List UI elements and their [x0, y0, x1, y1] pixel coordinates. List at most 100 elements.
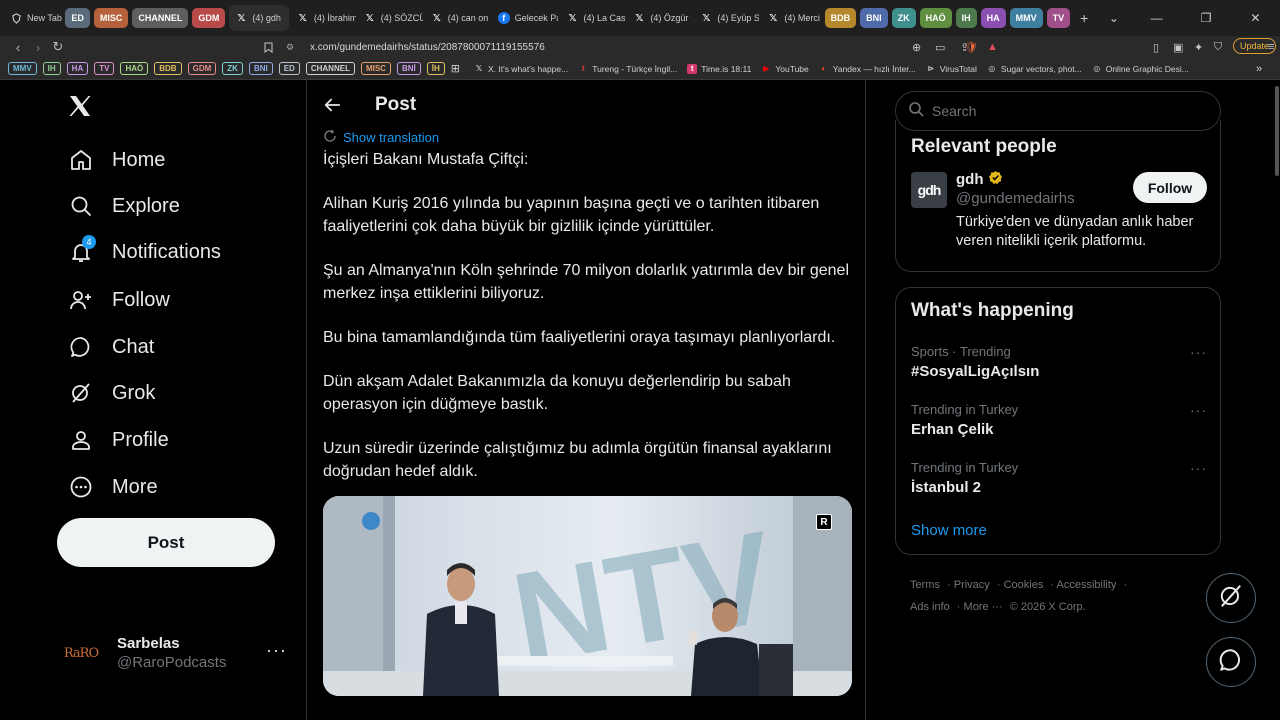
- trend-item[interactable]: Trending in Turkey Erhan Çelik ···: [911, 402, 1207, 452]
- trend-more-icon[interactable]: ···: [1190, 402, 1207, 418]
- bookmark-folder-misc[interactable]: MISC: [360, 62, 391, 75]
- vpn-icon[interactable]: ⛉: [1214, 39, 1222, 55]
- bookmark-folder-tv[interactable]: TV: [94, 62, 115, 75]
- tab-search-chevron-icon[interactable]: ⌄: [1096, 0, 1133, 36]
- chat-fab-button[interactable]: [1206, 637, 1256, 687]
- footer-cookies[interactable]: Cookies: [1004, 579, 1044, 591]
- avatar[interactable]: gdh: [911, 172, 947, 208]
- bookmark-folder-ha[interactable]: HA: [66, 62, 89, 75]
- tab-new-tab[interactable]: New Tab: [4, 5, 63, 31]
- nav-home[interactable]: Home: [57, 138, 165, 182]
- nav-grok[interactable]: Grok: [57, 371, 155, 415]
- tab-group-zk[interactable]: ZK: [891, 8, 916, 28]
- back-arrow-icon[interactable]: [319, 92, 345, 118]
- account-more-icon[interactable]: ···: [266, 640, 287, 661]
- bookmark-x[interactable]: 𝕏 X. It's what's happe...: [474, 64, 569, 74]
- show-translation-link[interactable]: Show translation: [323, 129, 439, 146]
- minimize-icon[interactable]: —: [1132, 0, 1181, 36]
- tab-group-gdm[interactable]: GDM: [192, 8, 226, 28]
- tab-eyup[interactable]: 𝕏 (4) Eyüp Sa: [694, 5, 759, 31]
- footer-ads-info[interactable]: Ads info: [910, 601, 950, 613]
- tab-active-gdh[interactable]: 𝕏 (4) gdh ✕: [229, 5, 289, 31]
- bookmark-folder-hao[interactable]: HAÖ: [120, 62, 149, 75]
- trend-item[interactable]: Trending in Turkey İstanbul 2 ···: [911, 460, 1207, 510]
- brave-rewards-icon[interactable]: ▲: [987, 39, 998, 55]
- bookmark-sugar[interactable]: ◎ Sugar vectors, phot...: [987, 64, 1081, 74]
- cast-icon[interactable]: ▭: [935, 39, 945, 55]
- nav-more[interactable]: More: [57, 465, 158, 509]
- tab-ibrahim[interactable]: 𝕏 (4) İbrahim: [291, 5, 356, 31]
- close-window-icon[interactable]: ✕: [1231, 0, 1280, 36]
- nav-chat[interactable]: Chat: [57, 325, 154, 369]
- bookmark-folder-ih2[interactable]: İH: [426, 62, 445, 75]
- bookmarks-overflow-icon[interactable]: »: [1256, 63, 1262, 75]
- bookmark-virustotal[interactable]: ⊳ VirusTotal: [926, 64, 977, 74]
- wallet-icon[interactable]: ▣: [1173, 39, 1183, 55]
- trend-item[interactable]: Sports · Trending #SosyalLigAçılsın ···: [911, 344, 1207, 394]
- tab-la-casa[interactable]: 𝕏 (4) La Casa: [560, 5, 625, 31]
- forward-icon[interactable]: ›: [28, 40, 48, 55]
- bookmark-page-icon[interactable]: [264, 39, 273, 55]
- tab-gelecek[interactable]: f Gelecek Pa: [492, 5, 558, 31]
- tab-ozgur[interactable]: 𝕏 (4) Özgür: [627, 5, 692, 31]
- apps-grid-icon[interactable]: ⊞: [451, 62, 460, 75]
- account-switcher[interactable]: RaRO Sarbelas @RaroPodcasts ···: [57, 628, 297, 678]
- bookmark-folder-channel[interactable]: CHANNEL: [305, 62, 355, 75]
- tab-sozcu[interactable]: 𝕏 (4) SÖZCÜ: [358, 5, 423, 31]
- bookmark-tureng[interactable]: t Tureng - Türkçe İngil...: [578, 64, 677, 74]
- footer-privacy[interactable]: Privacy: [954, 579, 990, 591]
- tab-group-misc[interactable]: MISC: [93, 8, 129, 28]
- tab-group-bni[interactable]: BNI: [860, 8, 888, 28]
- bookmark-folder-ed[interactable]: ED: [278, 62, 300, 75]
- brave-shields-icon[interactable]: 🛡: [964, 39, 978, 55]
- bookmark-folder-bni[interactable]: BNI: [248, 62, 273, 75]
- post-media-image[interactable]: NTV R: [323, 496, 852, 696]
- bookmark-folder-gdm[interactable]: GDM: [187, 62, 217, 75]
- bookmark-youtube[interactable]: ▶ YouTube: [761, 64, 808, 74]
- sidebar-toggle-icon[interactable]: ▯: [1153, 39, 1159, 55]
- tab-group-hao[interactable]: HAÖ: [919, 8, 952, 28]
- bookmark-timeis[interactable]: t Time.is 18:11: [687, 63, 751, 74]
- address-bar[interactable]: ⚙ x.com/gundemedairhs/status/20878000711…: [286, 39, 1006, 55]
- bookmark-folder-bdb[interactable]: BDB: [154, 62, 182, 75]
- tab-can-on[interactable]: 𝕏 (4) can on: [425, 5, 490, 31]
- grok-fab-button[interactable]: [1206, 573, 1256, 623]
- tab-merci[interactable]: 𝕏 (4) Merci: [761, 5, 822, 31]
- tab-group-tv[interactable]: TV: [1046, 8, 1071, 28]
- extensions-icon[interactable]: ✦: [1194, 39, 1203, 55]
- page-scrollbar-thumb[interactable]: [1275, 86, 1279, 176]
- tab-group-ih[interactable]: IH: [955, 8, 977, 28]
- nav-explore[interactable]: Explore: [57, 184, 180, 228]
- tab-group-bdb[interactable]: BDB: [824, 8, 857, 28]
- site-settings-icon[interactable]: ⚙: [286, 42, 296, 53]
- bookmark-folder-mmv[interactable]: MMV: [8, 62, 37, 75]
- footer-more[interactable]: More ···: [964, 601, 1003, 613]
- bookmark-online-graphic[interactable]: ◎ Online Graphic Desi...: [1092, 64, 1189, 74]
- maximize-icon[interactable]: ❐: [1181, 0, 1230, 36]
- tab-group-ha[interactable]: HA: [980, 8, 1006, 28]
- zoom-icon[interactable]: ⊕: [912, 39, 921, 55]
- nav-follow[interactable]: Follow: [57, 278, 170, 322]
- page-scrollbar[interactable]: [1273, 80, 1280, 720]
- reload-icon[interactable]: ↻: [48, 39, 68, 55]
- nav-notifications[interactable]: 4 Notifications: [57, 230, 221, 274]
- tab-group-channel[interactable]: CHANNEL: [132, 8, 189, 28]
- nav-profile[interactable]: Profile: [57, 418, 169, 462]
- person-name-row[interactable]: gdh: [956, 170, 1003, 189]
- bookmark-yandex[interactable]: ◐ Yandex — hızlı İnter...: [819, 64, 915, 74]
- trend-more-icon[interactable]: ···: [1190, 344, 1207, 360]
- tab-group-ed[interactable]: ED: [65, 8, 90, 28]
- footer-terms[interactable]: Terms: [910, 579, 940, 591]
- search-input[interactable]: [932, 103, 1192, 119]
- follow-button[interactable]: Follow: [1133, 172, 1207, 203]
- footer-accessibility[interactable]: Accessibility: [1057, 579, 1117, 591]
- compose-post-button[interactable]: Post: [57, 518, 275, 567]
- x-logo-icon[interactable]: [68, 94, 94, 120]
- bookmark-folder-ih[interactable]: IH: [42, 62, 61, 75]
- show-more-link[interactable]: Show more: [911, 522, 987, 539]
- new-tab-button[interactable]: +: [1074, 5, 1093, 31]
- update-button[interactable]: Update: [1233, 38, 1277, 54]
- back-icon[interactable]: ‹: [8, 40, 28, 55]
- bookmark-folder-bni2[interactable]: BNİ: [396, 62, 421, 75]
- trend-more-icon[interactable]: ···: [1190, 460, 1207, 476]
